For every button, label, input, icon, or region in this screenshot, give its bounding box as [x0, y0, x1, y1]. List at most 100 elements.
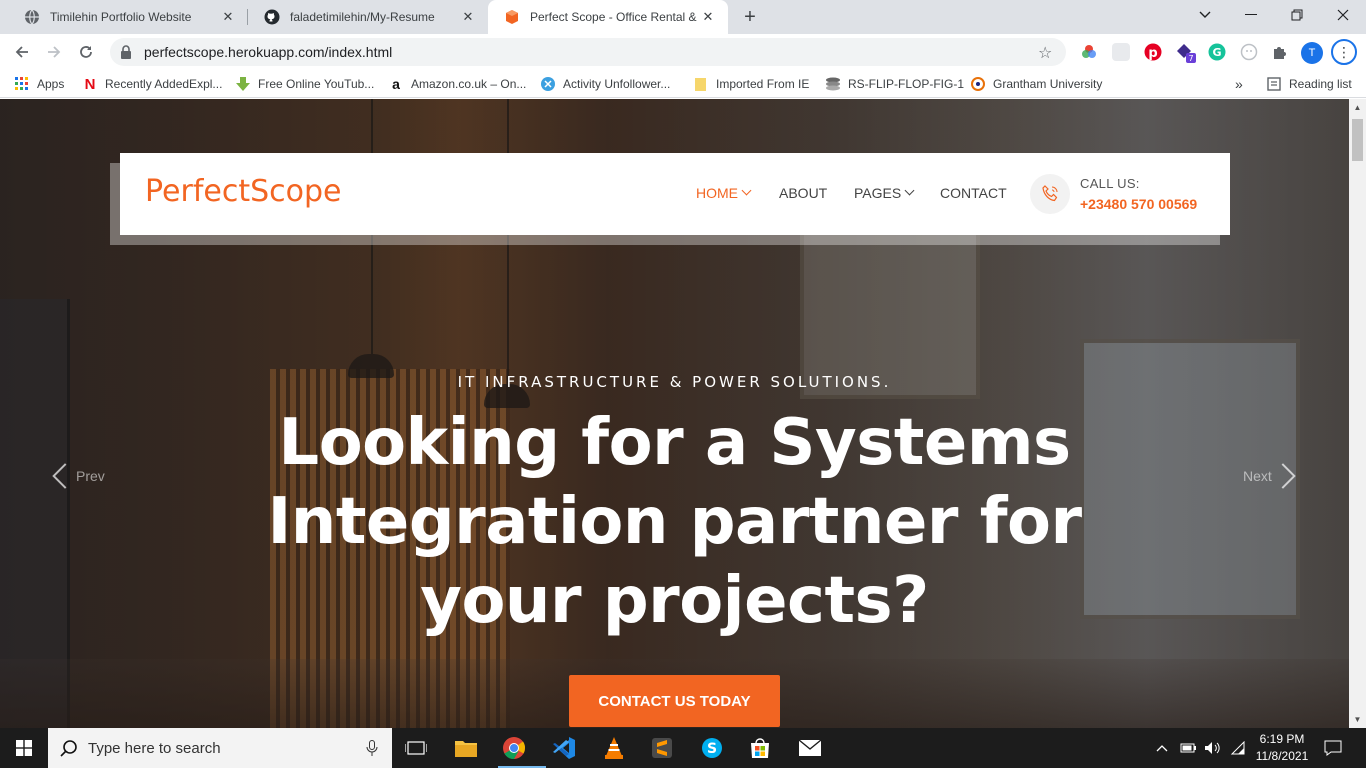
- bookmark-star-icon[interactable]: ☆: [1038, 43, 1056, 62]
- minimize-icon[interactable]: [1228, 0, 1274, 30]
- close-tab-icon[interactable]: ✕: [460, 9, 476, 25]
- chrome-taskbar-icon[interactable]: [498, 732, 546, 768]
- bookmark-grantham[interactable]: Grantham University: [970, 75, 1102, 93]
- contact-us-today-button[interactable]: CONTACT US TODAY: [569, 675, 780, 727]
- slider-next-button[interactable]: Next: [1243, 461, 1296, 491]
- bookmark-rs-flip-flop[interactable]: RS-FLIP-FLOP-FIG-1: [825, 75, 964, 93]
- close-tab-icon[interactable]: ✕: [220, 9, 236, 25]
- microsoft-store-icon[interactable]: [744, 732, 776, 764]
- volume-icon[interactable]: [1204, 728, 1222, 768]
- lock-icon[interactable]: [120, 45, 134, 59]
- notifications-icon[interactable]: [1324, 728, 1342, 768]
- hero-headline: Looking for a Systems Integration partne…: [267, 406, 1082, 638]
- netflix-icon: N: [84, 75, 96, 93]
- face-extension-icon[interactable]: [1240, 43, 1258, 61]
- bookmark-imported-ie[interactable]: Imported From IE: [693, 75, 809, 93]
- svg-text:p: p: [1148, 46, 1157, 61]
- pinterest-icon[interactable]: p: [1144, 43, 1162, 61]
- reading-list-button[interactable]: Reading list: [1266, 75, 1352, 93]
- site-logo[interactable]: PerfectScope: [145, 174, 341, 209]
- bookmark-amazon[interactable]: a Amazon.co.uk – On...: [388, 75, 526, 93]
- wifi-icon[interactable]: [1230, 728, 1246, 768]
- puzzle-extensions-icon[interactable]: [1271, 43, 1289, 61]
- grantham-icon: [970, 76, 986, 92]
- phone-number[interactable]: +23480 570 00569: [1080, 196, 1197, 212]
- vlc-icon[interactable]: [598, 732, 630, 764]
- show-hidden-icons-chevron-icon[interactable]: [1156, 728, 1168, 768]
- blank-extension-icon[interactable]: [1112, 43, 1130, 61]
- page-scrollbar[interactable]: ▲ ▼: [1349, 99, 1366, 728]
- search-icon: [60, 740, 77, 757]
- scroll-up-arrow-icon[interactable]: ▲: [1349, 99, 1366, 116]
- bookmark-label: Grantham University: [993, 77, 1103, 91]
- svg-text:S: S: [707, 741, 717, 757]
- bookmark-activity[interactable]: Activity Unfollower...: [540, 75, 670, 93]
- nav-about[interactable]: ABOUT: [779, 185, 827, 201]
- globe-icon: [24, 9, 40, 25]
- mail-icon[interactable]: [794, 732, 826, 764]
- browser-tab-strip: Timilehin Portfolio Website ✕ faladetimi…: [0, 0, 1366, 34]
- tab-perfectscope[interactable]: Perfect Scope - Office Rental & C ✕: [488, 0, 728, 34]
- chevron-down-icon[interactable]: [1182, 0, 1228, 30]
- tab-portfolio[interactable]: Timilehin Portfolio Website ✕: [8, 0, 248, 34]
- reading-list-icon: [1266, 76, 1282, 92]
- tab-title: Timilehin Portfolio Website: [50, 10, 192, 24]
- skype-icon[interactable]: S: [696, 732, 728, 764]
- tab-resume[interactable]: faladetimilehin/My-Resume ✕: [248, 0, 488, 34]
- profile-avatar[interactable]: T: [1301, 42, 1323, 64]
- nav-home[interactable]: HOME: [696, 185, 752, 201]
- close-tab-icon[interactable]: ✕: [700, 9, 716, 25]
- nav-contact[interactable]: CONTACT: [940, 185, 1007, 201]
- more-menu-icon[interactable]: ⋮: [1331, 39, 1357, 65]
- close-window-icon[interactable]: [1320, 0, 1366, 30]
- bookmark-netflix[interactable]: N Recently AddedExpl...: [82, 75, 223, 93]
- bookmark-label: Recently AddedExpl...: [105, 77, 223, 91]
- tab-title: faladetimilehin/My-Resume: [290, 10, 435, 24]
- download-arrow-icon: [235, 76, 251, 92]
- slider-prev-label: Prev: [76, 468, 105, 484]
- svg-text:7: 7: [1188, 54, 1193, 63]
- nav-pages[interactable]: PAGES: [854, 185, 915, 201]
- windows-start-icon[interactable]: [0, 728, 48, 768]
- phone-icon: [1030, 174, 1070, 214]
- more-bookmarks-chevron-icon[interactable]: »: [1235, 75, 1243, 93]
- browser-toolbar: perfectscope.herokuapp.com/index.html ☆ …: [0, 34, 1366, 70]
- chevron-right-icon: [1270, 463, 1296, 489]
- site-navbar: PerfectScope HOME ABOUT PAGES CONTACT CA…: [120, 153, 1230, 235]
- nav-pages-label: PAGES: [854, 185, 902, 201]
- diamond-extension-icon[interactable]: 7: [1176, 43, 1196, 63]
- tab-title: Perfect Scope - Office Rental & C: [530, 10, 700, 24]
- file-explorer-icon[interactable]: [450, 732, 482, 764]
- slider-prev-button[interactable]: Prev: [52, 461, 105, 491]
- forward-arrow-icon[interactable]: [40, 38, 68, 66]
- nav-home-label: HOME: [696, 185, 738, 201]
- bookmark-label: RS-FLIP-FLOP-FIG-1: [848, 77, 965, 91]
- vscode-icon[interactable]: [548, 732, 580, 764]
- reload-icon[interactable]: [72, 38, 100, 66]
- new-tab-plus-icon[interactable]: +: [738, 5, 762, 29]
- task-view-icon[interactable]: [400, 732, 432, 764]
- back-arrow-icon[interactable]: [8, 38, 36, 66]
- chevron-left-icon: [52, 463, 78, 489]
- call-us-label: CALL US:: [1080, 176, 1140, 191]
- page-viewport: Prev Next IT INFRASTRUCTURE & POWER SOLU…: [0, 99, 1349, 728]
- nav-about-label: ABOUT: [779, 185, 828, 201]
- url-text[interactable]: perfectscope.herokuapp.com/index.html: [144, 44, 392, 60]
- microphone-icon[interactable]: [366, 740, 378, 756]
- color-wheel-extension-icon[interactable]: [1080, 43, 1098, 61]
- taskbar-search-box[interactable]: Type here to search: [48, 728, 392, 768]
- activity-icon: [540, 76, 556, 92]
- scroll-down-arrow-icon[interactable]: ▼: [1349, 711, 1366, 728]
- battery-icon[interactable]: [1180, 728, 1198, 768]
- address-bar[interactable]: perfectscope.herokuapp.com/index.html ☆: [110, 38, 1066, 66]
- bookmark-youtube-downloader[interactable]: Free Online YouTub...: [235, 75, 374, 93]
- scroll-thumb[interactable]: [1352, 119, 1363, 161]
- sublime-text-icon[interactable]: [646, 732, 678, 764]
- bookmark-apps[interactable]: Apps: [14, 75, 64, 93]
- amazon-icon: a: [392, 76, 400, 92]
- restore-icon[interactable]: [1274, 0, 1320, 30]
- grammarly-icon[interactable]: G: [1208, 43, 1226, 61]
- taskbar-clock[interactable]: 6:19 PM 11/8/2021: [1252, 731, 1312, 765]
- apps-grid-icon: [14, 76, 30, 92]
- bookmark-label: Free Online YouTub...: [258, 77, 375, 91]
